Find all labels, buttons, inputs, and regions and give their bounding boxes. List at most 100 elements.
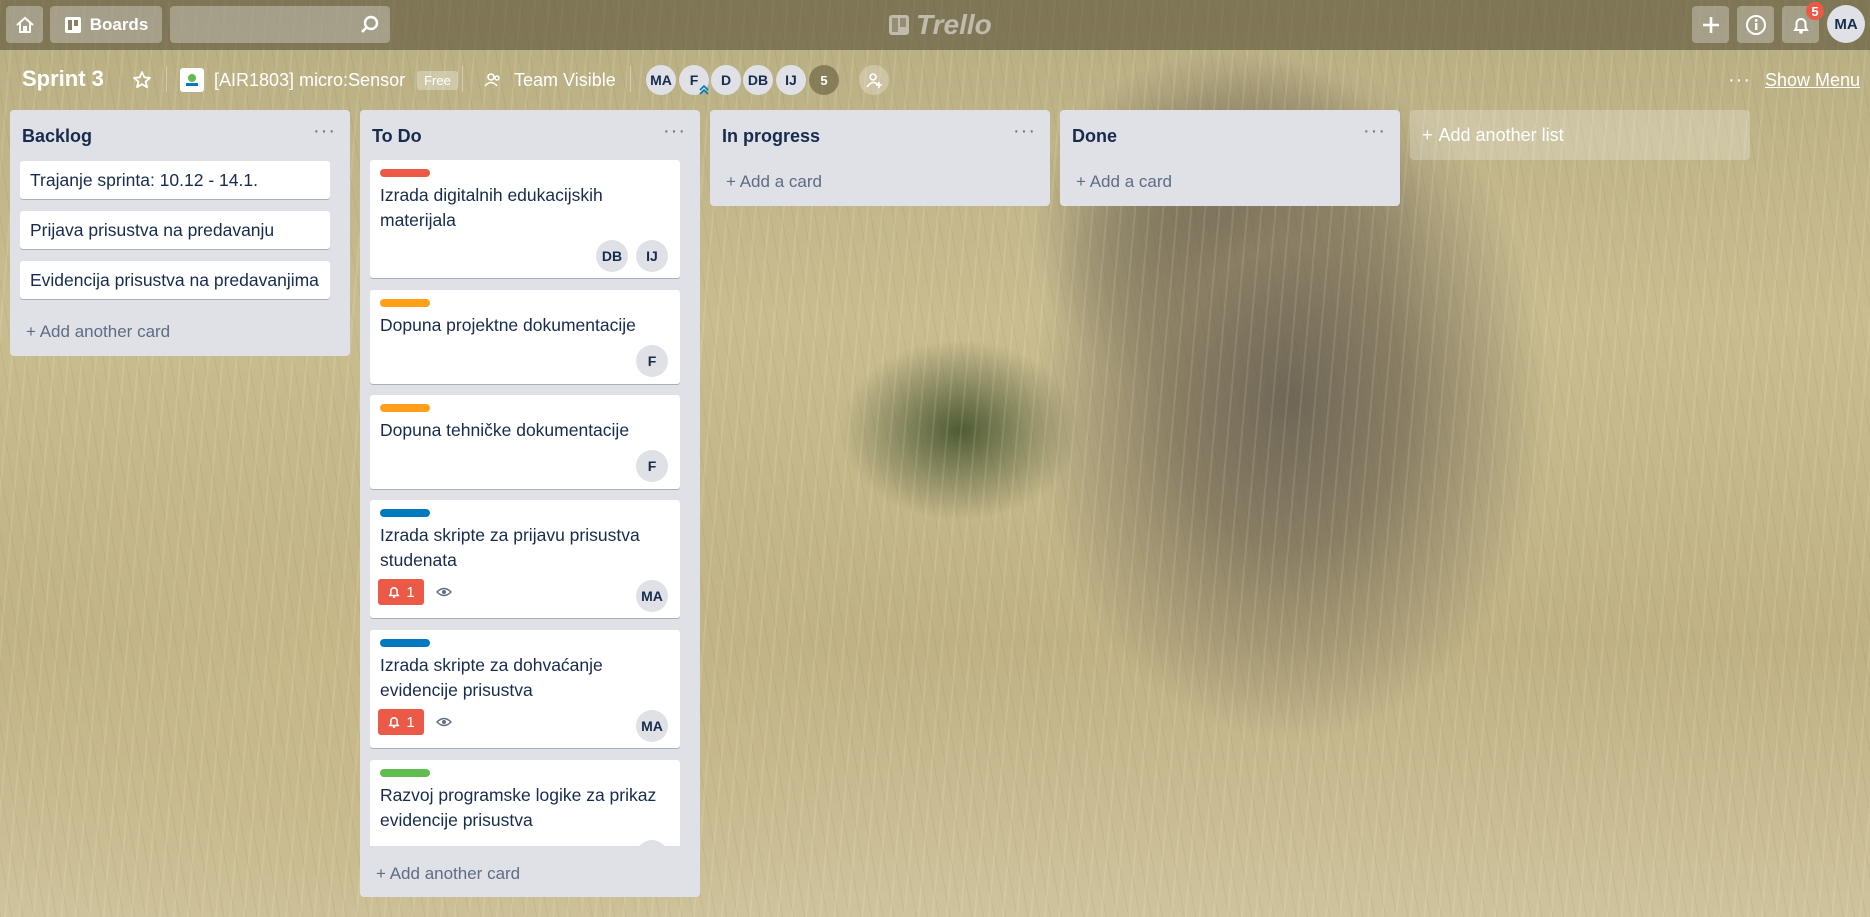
member-avatar[interactable]: DB [743,65,773,95]
user-avatar[interactable]: MA [1827,5,1865,43]
add-card-button[interactable]: + Add another card [26,322,170,342]
card-title: Evidencija prisustva na predavanjima [30,270,319,290]
list-done: Done ··· + Add a card [1060,110,1400,206]
card[interactable]: Izrada digitalnih edukacijskih materijala… [370,160,680,278]
list-todo: To Do ··· Izrada digitalnih edukacijskih… [360,110,700,897]
plus-icon: + [1076,172,1090,191]
card-title: Izrada skripte za dohvaćanje evidencije p… [380,655,603,700]
card[interactable]: Izrada skripte za prijavu prisustva stude… [370,500,680,618]
list-menu-icon[interactable]: ··· [663,120,686,143]
header-divider [166,66,167,92]
card-member-avatar[interactable]: DB [596,240,628,272]
add-card-label: Add another card [389,864,521,883]
card-member-avatar[interactable]: IJ [636,240,668,272]
header-divider [630,66,631,92]
star-icon[interactable] [132,70,152,90]
member-avatar[interactable]: D [711,65,741,95]
team-button[interactable]: [AIR1803] micro:Sensor Free [180,56,458,104]
add-list-button[interactable]: + Add another list [1410,110,1750,160]
card-label [380,404,430,412]
logo-text: Trello [916,9,992,40]
info-icon [1745,14,1766,35]
card-list-scroll[interactable]: Izrada digitalnih edukacijskih materijala… [360,160,700,846]
more-members-count[interactable]: 5 [809,65,839,95]
card-title: Izrada digitalnih edukacijskih materijala [380,185,603,230]
card-label [380,639,430,647]
card[interactable]: Razvoj programske logike za prikaz eviden… [370,760,680,846]
card[interactable]: Dopuna projektne dokumentacije F [370,290,680,384]
list-menu-icon[interactable]: ··· [1013,120,1036,143]
card-label [380,299,430,307]
search-icon [361,15,379,33]
show-menu-label: Show Menu [1764,69,1861,90]
card-member-avatar[interactable]: F [636,450,668,482]
bell-icon [388,587,400,599]
watch-eye-icon [436,587,452,597]
card-label [380,509,430,517]
card[interactable]: Trajanje sprinta: 10.12 - 14.1. [20,161,330,199]
trello-logo-icon [889,15,909,35]
card-member-avatar[interactable]: MA [636,710,668,742]
more-dots-icon: ··· [1728,68,1751,91]
home-button[interactable] [6,6,43,43]
add-card-label: Add a card [1089,172,1172,191]
boards-label: Boards [89,14,149,34]
plus-icon: + [376,864,390,883]
list-title[interactable]: Backlog [22,126,92,147]
due-reminder-badge[interactable]: 1 [378,709,424,735]
boards-icon [64,16,81,33]
card-label [380,169,430,177]
watch-eye-icon [436,717,452,727]
list-title[interactable]: To Do [372,126,422,147]
list-title[interactable]: In progress [722,126,820,147]
bell-icon [1792,17,1809,34]
bell-icon [388,717,400,729]
create-button[interactable] [1692,6,1729,43]
card[interactable]: Evidencija prisustva na predavanjima [20,261,330,299]
info-button[interactable] [1737,6,1774,43]
add-card-button[interactable]: + Add another card [376,864,520,884]
card-member-avatar[interactable]: F [636,345,668,377]
list-title[interactable]: Done [1072,126,1117,147]
header-divider [462,66,463,92]
card-title: Razvoj programske logike za prikaz eviden… [380,785,657,830]
add-card-label: Add a card [739,172,822,191]
list-menu-icon[interactable]: ··· [1363,120,1386,143]
visibility-button[interactable]: Team Visible [484,56,616,104]
card-title: Izrada skripte za prijavu prisustva stude… [380,525,640,570]
team-visibility-icon [484,73,500,87]
card[interactable]: Dopuna tehničke dokumentacije F [370,395,680,489]
top-header: Boards Trello 5 MA [0,0,1870,50]
search-input[interactable] [170,6,390,43]
admin-chevron-icon [699,84,709,95]
team-name: [AIR1803] micro:Sensor [214,69,406,90]
member-avatar[interactable]: MA [646,65,676,95]
show-menu-button[interactable]: ··· Show Menu [1728,56,1860,104]
plus-icon: + [26,322,40,341]
trello-logo[interactable]: Trello [888,9,992,41]
card-title: Prijava prisustva na predavanju [30,220,275,240]
boards-button[interactable]: Boards [50,6,162,43]
add-card-button[interactable]: + Add a card [1076,172,1172,192]
invite-button[interactable] [859,65,889,95]
list-menu-icon[interactable]: ··· [313,120,336,143]
plus-icon [1702,16,1719,33]
list-backlog: Backlog ··· Trajanje sprinta: 10.12 - 14… [10,110,350,356]
card-member-avatar[interactable]: F [636,840,668,846]
plus-icon: + [726,172,740,191]
notification-badge: 5 [1806,2,1824,20]
add-card-button[interactable]: + Add a card [726,172,822,192]
add-list-label: Add another list [1438,124,1564,145]
plus-icon: + [1422,124,1433,145]
visibility-label: Team Visible [514,69,616,90]
card[interactable]: Izrada skripte za dohvaćanje evidencije p… [370,630,680,748]
due-reminder-badge[interactable]: 1 [378,579,424,605]
add-member-icon [866,73,882,88]
board-title[interactable]: Sprint 3 [22,66,104,92]
card[interactable]: Prijava prisustva na predavanju [20,211,330,249]
list-in-progress: In progress ··· + Add a card [710,110,1050,206]
card-label [380,769,430,777]
card-member-avatar[interactable]: MA [636,580,668,612]
home-icon [15,16,34,33]
member-avatar[interactable]: IJ [776,65,806,95]
